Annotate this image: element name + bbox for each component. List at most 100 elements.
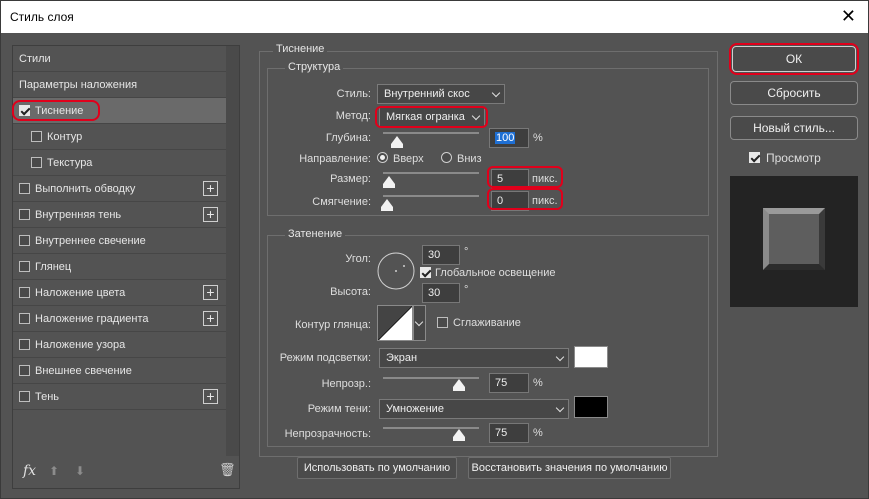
soften-input[interactable]: 0 — [491, 191, 529, 211]
angle-input[interactable]: 30 — [422, 245, 460, 265]
styles-list-item[interactable]: Внутренняя тень + — [13, 202, 226, 228]
add-instance-icon[interactable]: + — [203, 389, 218, 404]
new-style-button[interactable]: Новый стиль... — [730, 116, 858, 140]
gloss-contour-dropdown[interactable] — [413, 305, 426, 341]
style-checkbox[interactable] — [19, 209, 30, 220]
size-slider[interactable] — [383, 172, 479, 174]
global-light-label: Глобальное освещение — [435, 267, 556, 279]
styles-list-item[interactable]: Контур — [13, 124, 226, 150]
style-checkbox[interactable] — [31, 157, 42, 168]
chevron-down-icon — [491, 88, 501, 98]
styles-list-item-label: Тень — [35, 391, 60, 403]
shadow-opacity-label: Непрозрачность: — [284, 428, 371, 440]
styles-list-item[interactable]: Наложение цвета + — [13, 280, 226, 306]
chevron-down-icon — [555, 352, 565, 362]
styles-list-item-label: Внутреннее свечение — [35, 235, 146, 247]
add-instance-icon[interactable]: + — [203, 285, 218, 300]
styles-list-item-label: Наложение узора — [35, 339, 126, 351]
soften-slider[interactable] — [383, 195, 479, 197]
style-checkbox[interactable] — [19, 183, 30, 194]
move-down-icon[interactable]: ⬇ — [75, 464, 85, 478]
depth-unit: % — [533, 132, 543, 144]
shadow-opacity-value: 75 — [495, 427, 508, 439]
shadow-mode-select[interactable]: Умножение — [379, 399, 569, 419]
shadow-color-swatch[interactable] — [574, 396, 608, 418]
style-checkbox[interactable] — [19, 261, 30, 272]
size-unit: пикс. — [532, 173, 558, 185]
shadow-opacity-input[interactable]: 75 — [489, 423, 529, 443]
style-value: Внутренний скос — [384, 88, 470, 100]
gloss-contour-swatch[interactable] — [377, 305, 413, 341]
direction-down-radio[interactable] — [441, 152, 452, 163]
soften-slider-thumb[interactable] — [381, 199, 393, 211]
add-instance-icon[interactable]: + — [203, 207, 218, 222]
highlight-opacity-thumb[interactable] — [453, 379, 465, 391]
styles-list-item[interactable]: Внешнее свечение — [13, 358, 226, 384]
antialias-checkbox[interactable] — [437, 317, 448, 328]
depth-input[interactable]: 100 — [489, 128, 529, 148]
bevel-preview-square — [763, 208, 825, 270]
highlight-opacity-value: 75 — [495, 377, 508, 389]
depth-slider[interactable] — [383, 132, 479, 134]
altitude-input[interactable]: 30 — [422, 283, 460, 303]
add-instance-icon[interactable]: + — [203, 181, 218, 196]
technique-select[interactable]: Мягкая огранка — [379, 107, 485, 127]
styles-list-item-label: Текстура — [47, 157, 93, 169]
styles-list-item[interactable]: Выполнить обводку + — [13, 176, 226, 202]
highlight-opacity-input[interactable]: 75 — [489, 373, 529, 393]
add-instance-icon[interactable]: + — [203, 311, 218, 326]
global-light-checkbox[interactable] — [420, 267, 431, 278]
title-bar: Стиль слоя ✕ — [1, 1, 868, 33]
styles-list-item[interactable]: Внутреннее свечение — [13, 228, 226, 254]
depth-slider-thumb[interactable] — [390, 136, 403, 148]
preview-thumbnail — [730, 176, 858, 307]
highlight-color-swatch[interactable] — [574, 346, 608, 368]
technique-value: Мягкая огранка — [386, 111, 465, 123]
style-checkbox[interactable] — [19, 235, 30, 246]
shadow-opacity-unit: % — [533, 427, 543, 439]
move-up-icon[interactable]: ⬆ — [49, 464, 59, 478]
style-checkbox[interactable] — [19, 391, 30, 402]
style-checkbox[interactable] — [19, 339, 30, 350]
style-checkbox[interactable] — [19, 287, 30, 298]
styles-list-item[interactable]: Глянец — [13, 254, 226, 280]
styles-list-item[interactable]: Наложение градиента + — [13, 306, 226, 332]
styles-list-item-label: Контур — [47, 131, 83, 143]
make-default-button[interactable]: Использовать по умолчанию — [297, 457, 457, 479]
contour-curve-icon — [377, 305, 413, 341]
window-title: Стиль слоя — [10, 10, 74, 24]
close-icon[interactable]: ✕ — [841, 6, 856, 27]
angle-dial[interactable] — [377, 252, 415, 290]
soften-unit: пикс. — [532, 195, 558, 207]
reset-button[interactable]: Сбросить — [730, 81, 858, 105]
shadow-mode-label: Режим тени: — [307, 403, 371, 415]
styles-list-item[interactable]: Тень + — [13, 384, 226, 410]
preview-label: Просмотр — [766, 151, 821, 165]
styles-list-item[interactable]: Наложение узора — [13, 332, 226, 358]
size-slider-thumb[interactable] — [382, 176, 395, 188]
highlight-mode-select[interactable]: Экран — [379, 348, 569, 368]
size-input[interactable]: 5 — [491, 169, 529, 189]
size-label: Размер: — [330, 173, 371, 185]
chevron-down-icon — [555, 403, 565, 413]
styles-list-item[interactable]: Параметры наложения — [13, 72, 226, 98]
trash-icon[interactable]: 🗑 — [219, 463, 236, 478]
fx-icon[interactable]: fx — [23, 463, 36, 479]
shading-title: Затенение — [285, 228, 346, 240]
style-checkbox[interactable] — [19, 105, 30, 116]
styles-list-item[interactable]: Тиснение — [13, 98, 226, 124]
direction-up-radio[interactable] — [377, 152, 388, 163]
styles-list-scrollbar[interactable] — [226, 46, 239, 456]
style-select[interactable]: Внутренний скос — [377, 84, 505, 104]
preview-checkbox[interactable] — [749, 152, 760, 163]
styles-list-item[interactable]: Стили — [13, 46, 226, 72]
ok-button[interactable]: ОК — [732, 46, 856, 72]
style-checkbox[interactable] — [31, 131, 42, 142]
style-checkbox[interactable] — [19, 365, 30, 376]
shadow-opacity-thumb[interactable] — [453, 429, 465, 441]
reset-default-button[interactable]: Восстановить значения по умолчанию — [468, 457, 671, 479]
style-checkbox[interactable] — [19, 313, 30, 324]
gloss-contour-label: Контур глянца: — [294, 319, 371, 331]
styles-list-item[interactable]: Текстура — [13, 150, 226, 176]
chevron-down-icon — [414, 317, 424, 327]
